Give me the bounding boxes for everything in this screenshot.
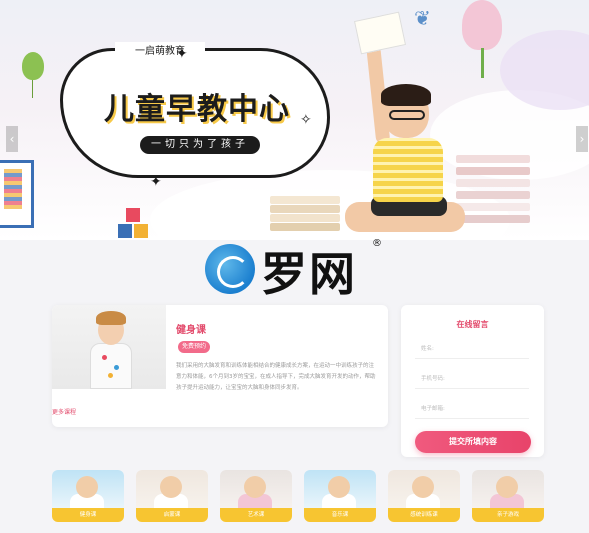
course-description: 我们采用的大脑发育和训练体能相结合的健康成长方案，在运动一中训练孩子的注意力和体… bbox=[176, 363, 376, 391]
child-body bbox=[90, 343, 132, 389]
book-stack-illustration bbox=[456, 155, 530, 239]
hero-tagline: 一切只为了孩子 bbox=[140, 136, 260, 154]
course-title: 健身课 bbox=[176, 325, 206, 336]
baby-head bbox=[244, 476, 266, 498]
message-form: 在线留言 姓名: 手机号码: 电子邮箱: 提交所填内容 bbox=[401, 305, 544, 457]
name-field[interactable]: 姓名: bbox=[415, 339, 529, 359]
easel-chart bbox=[4, 169, 22, 209]
book bbox=[270, 214, 340, 222]
brand-name: 一启萌教育 bbox=[115, 42, 205, 57]
thumbnail-label: 艺术课 bbox=[220, 508, 292, 522]
book bbox=[456, 191, 530, 199]
picture-card bbox=[353, 11, 407, 55]
easel-illustration bbox=[0, 160, 34, 228]
tulip-stem bbox=[481, 48, 484, 78]
watermark-logo-icon bbox=[205, 244, 255, 294]
baby-head bbox=[76, 476, 98, 498]
course-thumbnail[interactable]: 感统训练课 bbox=[388, 470, 460, 522]
baby-head bbox=[496, 476, 518, 498]
watermark-text: 罗网 bbox=[261, 247, 357, 301]
child-glasses bbox=[389, 110, 425, 120]
baby-head bbox=[328, 476, 350, 498]
toy-block bbox=[126, 208, 140, 222]
paint-dot bbox=[108, 373, 113, 378]
thumbnail-image bbox=[304, 470, 376, 508]
course-thumbnail[interactable]: 音乐课 bbox=[304, 470, 376, 522]
thumbnail-image bbox=[52, 470, 124, 508]
thumbnail-image bbox=[136, 470, 208, 508]
toy-block bbox=[134, 224, 148, 238]
form-title: 在线留言 bbox=[456, 320, 489, 329]
paint-dot bbox=[102, 355, 107, 360]
registered-mark: ® bbox=[372, 238, 382, 249]
baby-head bbox=[160, 476, 182, 498]
balloon-string bbox=[32, 80, 33, 98]
thumbnail-label: 启蒙课 bbox=[136, 508, 208, 522]
toy-block bbox=[118, 224, 132, 238]
book bbox=[456, 179, 530, 187]
book-free-button[interactable]: 免费预约 bbox=[178, 341, 210, 353]
carousel-next-button[interactable]: › bbox=[576, 126, 588, 152]
child-photo bbox=[335, 11, 465, 238]
hero-banner[interactable]: 一启萌教育 儿童早教中心 一切只为了孩子 ✦ ✦ ✧ ❦ ‹ › bbox=[0, 0, 589, 240]
thumbnail-label: 感统训练课 bbox=[388, 508, 460, 522]
star-icon: ✦ bbox=[176, 46, 188, 62]
book bbox=[270, 205, 340, 213]
baby-head bbox=[412, 476, 434, 498]
thumbnail-label: 健身课 bbox=[52, 508, 124, 522]
hero-title: 儿童早教中心 bbox=[104, 92, 290, 127]
child-hair bbox=[381, 84, 431, 106]
thumbnail-image bbox=[472, 470, 544, 508]
balloon-icon bbox=[22, 52, 44, 80]
thumbnail-image bbox=[220, 470, 292, 508]
thumbnail-label: 音乐课 bbox=[304, 508, 376, 522]
child-shirt bbox=[373, 138, 443, 202]
submit-button[interactable]: 提交所填内容 bbox=[415, 431, 531, 453]
book bbox=[270, 223, 340, 231]
email-field[interactable]: 电子邮箱: bbox=[415, 399, 529, 419]
toy-blocks-illustration bbox=[118, 208, 158, 240]
star-icon: ✧ bbox=[300, 112, 312, 128]
course-thumbnail[interactable]: 艺术课 bbox=[220, 470, 292, 522]
course-card: 健身课 免费预约 我们采用的大脑发育和训练体能相结合的健康成长方案，在运动一中训… bbox=[52, 305, 388, 427]
phone-field[interactable]: 手机号码: bbox=[415, 369, 529, 389]
watermark: 罗网 ® bbox=[205, 238, 385, 302]
book bbox=[456, 155, 530, 163]
book bbox=[456, 167, 530, 175]
more-courses-link[interactable]: 更多课程 bbox=[52, 407, 76, 416]
thumbnail-image bbox=[388, 470, 460, 508]
thumbnail-label: 亲子游戏 bbox=[472, 508, 544, 522]
course-thumbnail[interactable]: 启蒙课 bbox=[136, 470, 208, 522]
course-thumbnail[interactable]: 亲子游戏 bbox=[472, 470, 544, 522]
star-icon: ✦ bbox=[150, 174, 162, 190]
carousel-prev-button[interactable]: ‹ bbox=[6, 126, 18, 152]
tulip-illustration bbox=[462, 0, 502, 50]
course-photo bbox=[52, 305, 166, 389]
book-stack-illustration bbox=[270, 196, 340, 232]
paint-dot bbox=[114, 365, 119, 370]
course-thumbnail[interactable]: 健身课 bbox=[52, 470, 124, 522]
book bbox=[270, 196, 340, 204]
book bbox=[456, 203, 530, 211]
butterfly-icon: ❦ bbox=[414, 6, 431, 30]
child-hair bbox=[96, 311, 126, 325]
book bbox=[456, 215, 530, 223]
